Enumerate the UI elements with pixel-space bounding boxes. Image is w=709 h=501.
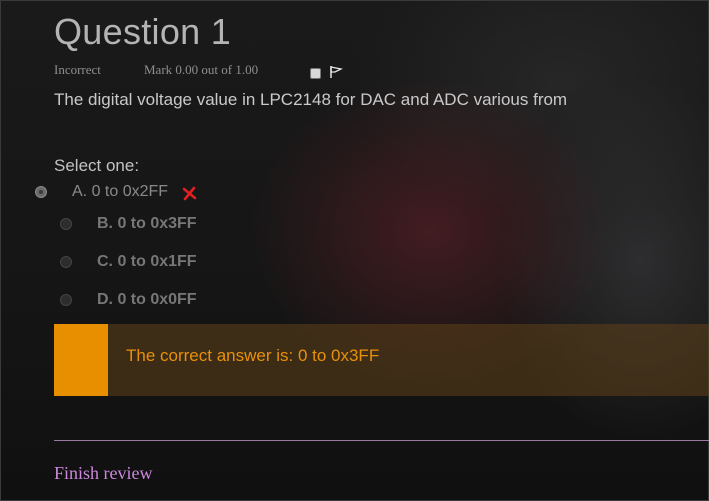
question-title: Question 1 xyxy=(54,11,232,52)
option-d-radio[interactable] xyxy=(60,294,72,306)
option-c-radio[interactable] xyxy=(60,256,72,268)
cross-icon xyxy=(182,186,197,201)
option-d-label[interactable]: D. 0 to 0x0FF xyxy=(97,291,197,309)
feedback-panel: The correct answer is: 0 to 0x3FF xyxy=(54,324,709,396)
option-a-radio[interactable] xyxy=(35,186,47,198)
correct-answer-text: The correct answer is: 0 to 0x3FF xyxy=(126,346,380,365)
feedback-accent-bar xyxy=(54,324,108,396)
option-a-label[interactable]: A. 0 to 0x2FF xyxy=(72,183,168,201)
question-mark: Mark 0.00 out of 1.00 xyxy=(144,62,259,77)
question-status: Incorrect xyxy=(54,62,101,77)
flag-checkbox[interactable] xyxy=(310,68,321,79)
option-b-label[interactable]: B. 0 to 0x3FF xyxy=(97,215,197,233)
divider xyxy=(54,440,709,441)
flag-icon[interactable] xyxy=(329,65,343,79)
option-b-radio[interactable] xyxy=(60,218,72,230)
question-text: The digital voltage value in LPC2148 for… xyxy=(54,90,568,109)
finish-review-link[interactable]: Finish review xyxy=(54,463,153,484)
review-page: Question 1 Incorrect Mark 0.00 out of 1.… xyxy=(0,0,709,501)
select-prompt: Select one: xyxy=(54,156,140,175)
option-c-label[interactable]: C. 0 to 0x1FF xyxy=(97,253,197,271)
